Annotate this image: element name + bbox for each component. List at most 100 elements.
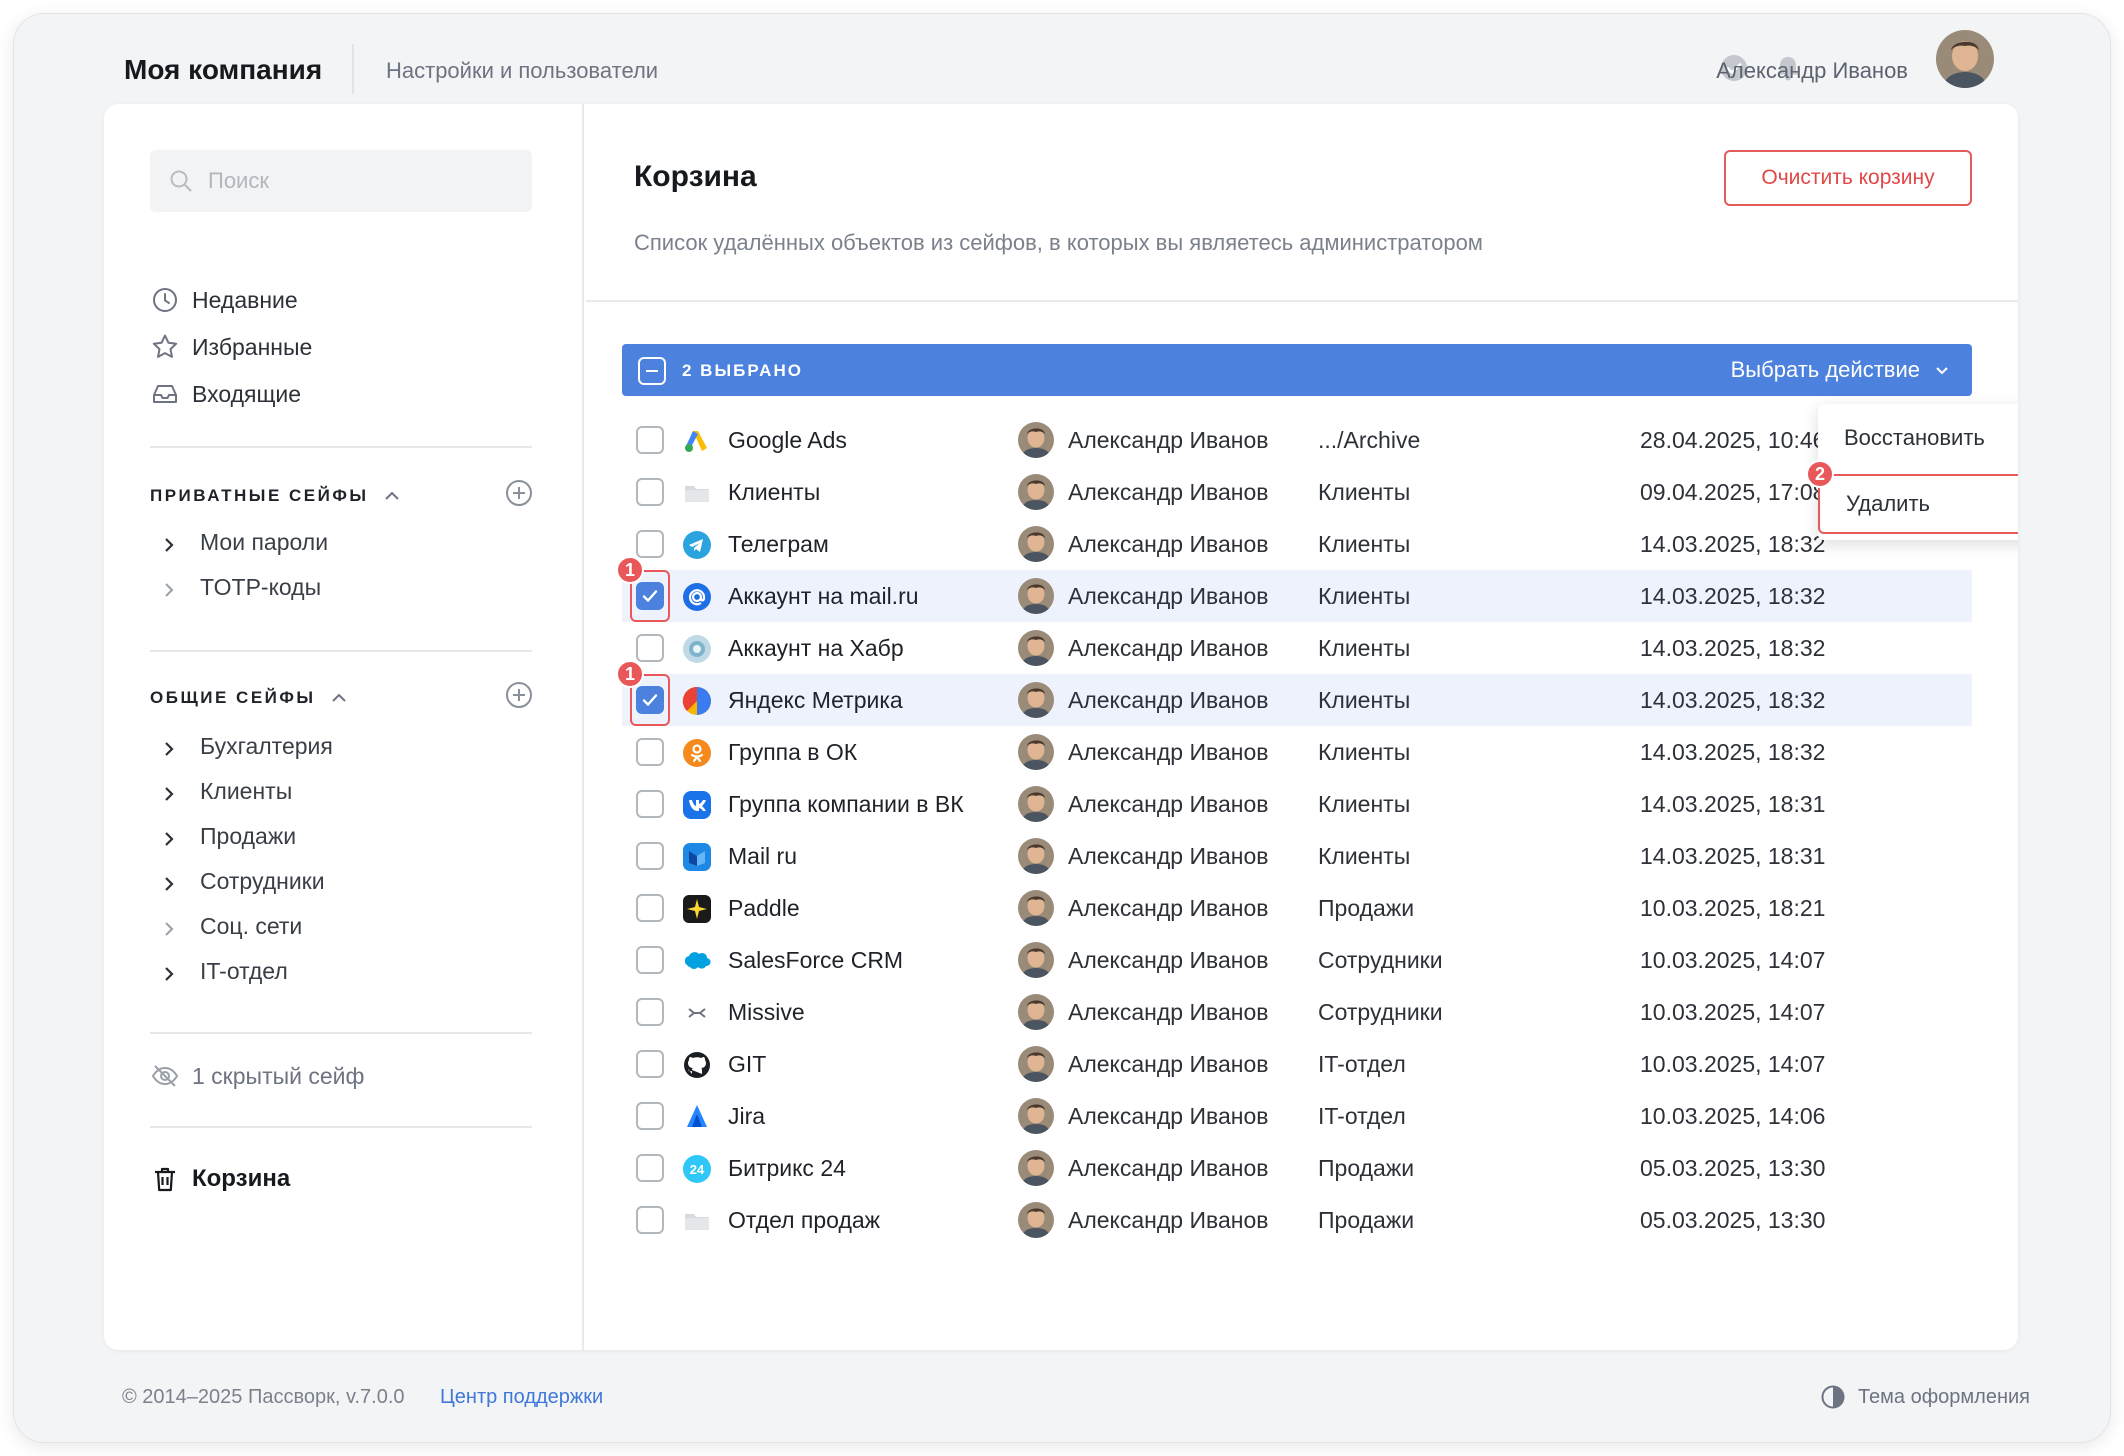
delete-menu-item[interactable]: Удалить [1818,474,2018,534]
table-row[interactable]: Jira Александр Иванов IT-отдел 10.03.2025, … [622,1090,1972,1142]
row-checkbox[interactable] [636,1050,664,1078]
item-owner: Александр Иванов [1068,635,1269,661]
table-row[interactable]: Клиенты Александр Иванов Клиенты 09.04.2025… [622,466,1972,518]
item-date: 14.03.2025, 18:32 [1640,739,1826,765]
table-row[interactable]: Отдел продаж Александр Иванов Продажи 05.03… [622,1194,1972,1246]
page-title: Корзина [634,160,757,193]
user-avatar[interactable] [1936,30,1994,88]
settings-link[interactable]: Настройки и пользователи [386,58,658,84]
row-checkbox[interactable] [636,790,664,818]
avatar [1018,890,1054,926]
table-row[interactable]: Аккаунт на mail.ru Александр Иванов Клиент… [616,556,1972,622]
item-name[interactable]: Аккаунт на Хабр [728,635,904,662]
table-row[interactable]: GIT Александр Иванов IT-отдел 10.03.2025, 1… [622,1038,1972,1090]
user-name[interactable]: Александр Иванов [1716,58,1908,84]
sidebar-item-it[interactable]: IT-отдел [160,953,288,989]
avatar [1018,474,1054,510]
avatar [1018,942,1054,978]
item-date: 28.04.2025, 10:46 [1640,427,1826,453]
item-vault: Клиенты [1318,739,1411,765]
company-name[interactable]: Моя компания [124,54,322,86]
nav-favorites[interactable]: Избранные [150,329,312,365]
item-owner: Александр Иванов [1068,895,1269,921]
item-name[interactable]: Яндекс Метрика [728,687,903,714]
search-input[interactable] [208,150,508,212]
item-date: 10.03.2025, 14:06 [1640,1103,1826,1129]
item-vault: Продажи [1318,1207,1415,1233]
table-row[interactable]: Аккаунт на Хабр Александр Иванов Клиенты 14… [622,622,1972,674]
sidebar-item-employees[interactable]: Сотрудники [160,863,325,899]
item-name[interactable]: Google Ads [728,427,847,454]
restore-menu-item[interactable]: Восстановить [1818,408,2018,468]
hidden-vaults-link[interactable]: 1 скрытый сейф [150,1058,364,1094]
item-name[interactable]: Jira [728,1103,765,1130]
table-row[interactable]: Яндекс Метрика Александр Иванов Клиенты 14.… [616,660,1972,726]
sidebar-item-sales[interactable]: Продажи [160,818,296,854]
item-name[interactable]: Группа компании в ВК [728,791,964,818]
item-owner: Александр Иванов [1068,739,1269,765]
row-checkbox[interactable] [636,530,664,558]
support-center-link[interactable]: Центр поддержки [440,1386,603,1409]
item-date: 14.03.2025, 18:32 [1640,635,1826,661]
row-checkbox[interactable] [636,1206,664,1234]
sidebar-item-label: Соц. сети [200,912,303,939]
shared-vaults-header[interactable]: ОБЩИЕ СЕЙФЫ [150,688,348,708]
item-name[interactable]: Клиенты [728,479,820,506]
sidebar-item-totp[interactable]: TOTP-коды [160,569,321,605]
theme-label: Тема оформления [1857,1385,2030,1408]
item-name[interactable]: Телеграм [728,531,829,558]
item-name[interactable]: SalesForce CRM [728,947,903,974]
add-shared-vault-button[interactable] [504,680,534,710]
row-checkbox[interactable] [636,894,664,922]
item-name[interactable]: Группа в ОК [728,739,857,766]
row-checkbox[interactable] [636,634,664,662]
chevron-right-icon [160,533,178,552]
table-row[interactable]: Группа компании в ВК Александр Иванов Клие… [622,778,1972,830]
row-checkbox[interactable] [636,1154,664,1182]
item-name[interactable]: GIT [728,1051,766,1078]
table-row[interactable]: Google Ads Александр Иванов .../Archive 28.… [622,414,1972,466]
row-checkbox[interactable] [636,478,664,506]
sidebar-item-label: Бухгалтерия [200,732,333,759]
row-checkbox[interactable] [636,842,664,870]
sidebar-item-clients[interactable]: Клиенты [160,773,292,809]
sidebar-item-accounting[interactable]: Бухгалтерия [160,728,333,764]
table-row[interactable]: Missive Александр Иванов Сотрудники 10.03.2… [622,986,1972,1038]
search-box[interactable] [150,150,532,212]
item-date: 05.03.2025, 13:30 [1640,1207,1826,1233]
sidebar-item-my-passwords[interactable]: Мои пароли [160,524,328,560]
nav-inbox[interactable]: Входящие [150,376,301,412]
clear-trash-button[interactable]: Очистить корзину [1724,150,1972,206]
table-row[interactable]: Телеграм Александр Иванов Клиенты 14.03.202… [622,518,1972,570]
choose-action-dropdown[interactable]: Выбрать действие [1731,357,1950,383]
row-checkbox[interactable] [636,1102,664,1130]
footer-copyright: © 2014–2025 Пассворк, v.7.0.0 [122,1386,405,1408]
deselect-all-checkbox[interactable] [638,357,666,385]
item-name[interactable]: Битрикс 24 [728,1155,846,1182]
item-name[interactable]: Mail ru [728,843,797,870]
theme-icon [1821,1385,1845,1409]
item-name[interactable]: Отдел продаж [728,1207,880,1234]
nav-recent[interactable]: Недавние [150,282,298,318]
selected-count: 2 ВЫБРАНО [682,361,803,380]
row-checkbox[interactable] [636,426,664,454]
item-date: 14.03.2025, 18:32 [1640,531,1826,557]
row-checkbox[interactable] [636,998,664,1026]
avatar [1018,1098,1054,1134]
table-row[interactable]: Группа в ОК Александр Иванов Клиенты 14.03.… [622,726,1972,778]
item-name[interactable]: Missive [728,999,805,1026]
row-checkbox[interactable] [636,946,664,974]
private-vaults-header[interactable]: ПРИВАТНЫЕ СЕЙФЫ [150,486,401,506]
salesforce-icon [682,946,712,976]
theme-toggle[interactable]: Тема оформления [1820,1384,2030,1410]
table-row[interactable]: Paddle Александр Иванов Продажи 10.03.2025,… [622,882,1972,934]
add-private-vault-button[interactable] [504,478,534,508]
table-row[interactable]: Mail ru Александр Иванов Клиенты 14.03.2025… [622,830,1972,882]
table-row[interactable]: 24 Битрикс 24 Александр Иванов Продажи 05.03… [622,1142,1972,1194]
item-name[interactable]: Paddle [728,895,800,922]
item-name[interactable]: Аккаунт на mail.ru [728,583,919,610]
table-row[interactable]: SalesForce CRM Александр Иванов Сотрудники… [622,934,1972,986]
row-checkbox[interactable] [636,738,664,766]
sidebar-item-trash[interactable]: Корзина [150,1164,290,1194]
sidebar-item-social[interactable]: Соц. сети [160,908,302,944]
